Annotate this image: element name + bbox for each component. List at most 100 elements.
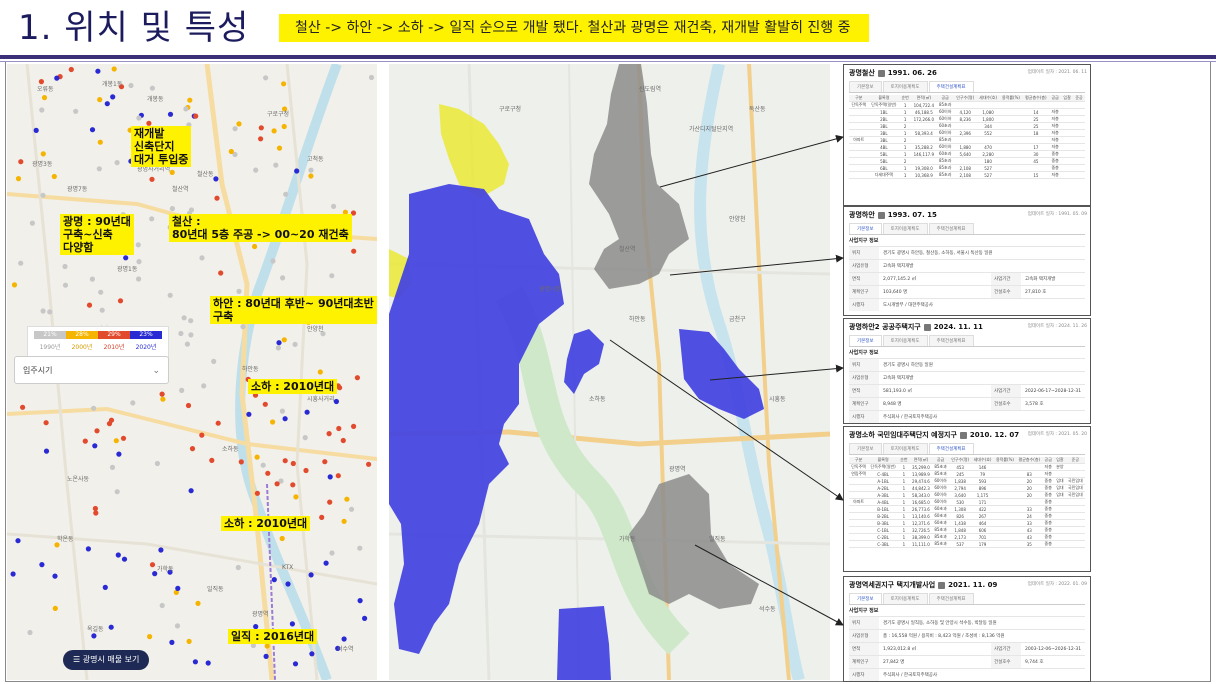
apartment-dot[interactable] <box>39 562 45 568</box>
apartment-dot[interactable] <box>149 562 156 568</box>
apartment-dot[interactable] <box>258 125 264 131</box>
apartment-dot[interactable] <box>354 375 360 381</box>
apartment-dot[interactable] <box>329 273 335 279</box>
apartment-dot[interactable] <box>214 195 220 201</box>
panel-tab[interactable]: 기본정보 <box>849 443 882 454</box>
apartment-dot[interactable] <box>211 358 217 364</box>
apartment-dot[interactable] <box>351 248 357 254</box>
apartment-dot[interactable] <box>181 315 187 321</box>
view-listings-button[interactable]: ☰ 광명시 매물 보기 <box>63 650 150 670</box>
apartment-dot[interactable] <box>43 448 50 454</box>
apartment-dot[interactable] <box>123 255 129 261</box>
apartment-dot[interactable] <box>187 97 193 103</box>
apartment-dot[interactable] <box>99 307 105 313</box>
apartment-dot[interactable] <box>215 420 221 426</box>
right-map[interactable]: 구로구청 신도림역 안양천 광명시청 철산역 하안동 가산디지털단지역 금천구 광명역 소하동 시흥… <box>389 64 830 680</box>
apartment-dot[interactable] <box>158 547 164 553</box>
panel-tab[interactable]: 주택건설계획표 <box>928 81 974 92</box>
apartment-dot[interactable] <box>279 535 285 542</box>
apartment-dot[interactable] <box>195 600 201 607</box>
apartment-dot[interactable] <box>96 166 102 172</box>
apartment-dot[interactable] <box>189 446 196 452</box>
panel-tab[interactable]: 토지이용계획도 <box>882 443 928 454</box>
apartment-dot[interactable] <box>18 260 24 266</box>
panel-tab[interactable]: 토지이용계획도 <box>882 223 928 234</box>
apartment-dot[interactable] <box>329 550 335 556</box>
apartment-dot[interactable] <box>93 510 99 516</box>
panel-tab[interactable]: 기본정보 <box>849 335 882 346</box>
apartment-dot[interactable] <box>265 470 271 476</box>
apartment-dot[interactable] <box>258 136 264 142</box>
apartment-dot[interactable] <box>54 75 60 81</box>
apartment-dot[interactable] <box>29 220 35 226</box>
apartment-dot[interactable] <box>199 432 205 438</box>
apartment-dot[interactable] <box>94 428 100 434</box>
apartment-dot[interactable] <box>308 167 314 173</box>
apartment-dot[interactable] <box>254 454 260 460</box>
apartment-dot[interactable] <box>185 402 192 409</box>
panel-tab[interactable]: 토지이용계획도 <box>882 335 928 346</box>
apartment-dot[interactable] <box>54 542 60 548</box>
apartment-dot[interactable] <box>327 474 333 480</box>
apartment-dot[interactable] <box>322 459 328 465</box>
apartment-dot[interactable] <box>290 482 296 488</box>
apartment-dot[interactable] <box>136 115 142 121</box>
apartment-dot[interactable] <box>15 538 21 544</box>
apartment-dot[interactable] <box>205 660 211 666</box>
apartment-dot[interactable] <box>252 243 258 250</box>
apartment-dot[interactable] <box>159 602 165 609</box>
apartment-dot[interactable] <box>62 263 68 270</box>
apartment-dot[interactable] <box>110 94 116 100</box>
apartment-dot[interactable] <box>283 191 289 197</box>
apartment-dot[interactable] <box>169 639 175 646</box>
apartment-dot[interactable] <box>254 490 260 496</box>
apartment-dot[interactable] <box>357 598 363 604</box>
apartment-dot[interactable] <box>238 459 244 465</box>
apartment-dot[interactable] <box>199 255 205 261</box>
apartment-dot[interactable] <box>128 82 134 89</box>
apartment-dot[interactable] <box>357 545 363 551</box>
apartment-dot[interactable] <box>282 416 288 422</box>
apartment-dot[interactable] <box>235 564 241 571</box>
apartment-dot[interactable] <box>232 126 238 132</box>
apartment-dot[interactable] <box>169 169 175 175</box>
apartment-dot[interactable] <box>20 404 26 410</box>
apartment-dot[interactable] <box>52 605 58 612</box>
document-icon[interactable] <box>877 69 885 77</box>
apartment-dot[interactable] <box>236 288 242 294</box>
panel-tab[interactable]: 토지이용계획도 <box>882 81 928 92</box>
apartment-dot[interactable] <box>326 431 332 437</box>
apartment-dot[interactable] <box>89 127 96 133</box>
apartment-dot[interactable] <box>149 216 155 222</box>
panel-tab[interactable]: 기본정보 <box>849 81 882 92</box>
apartment-dot[interactable] <box>183 106 189 112</box>
apartment-dot[interactable] <box>201 383 207 389</box>
apartment-dot[interactable] <box>18 159 24 165</box>
apartment-dot[interactable] <box>40 192 46 198</box>
apartment-dot[interactable] <box>236 121 242 127</box>
apartment-dot[interactable] <box>302 435 308 441</box>
panel-tab[interactable]: 기본정보 <box>849 223 882 234</box>
apartment-dot[interactable] <box>304 409 310 415</box>
apartment-dot[interactable] <box>263 653 269 660</box>
apartment-dot[interactable] <box>111 66 117 72</box>
apartment-dot[interactable] <box>281 337 287 343</box>
apartment-dot[interactable] <box>323 560 329 566</box>
apartment-dot[interactable] <box>10 571 16 577</box>
apartment-dot[interactable] <box>27 629 33 636</box>
apartment-dot[interactable] <box>336 425 342 432</box>
apartment-dot[interactable] <box>263 75 269 81</box>
apartment-dot[interactable] <box>147 634 153 640</box>
apartment-dot[interactable] <box>348 506 355 512</box>
apartment-dot[interactable] <box>282 458 288 464</box>
apartment-dot[interactable] <box>92 443 98 449</box>
apartment-dot[interactable] <box>169 206 175 212</box>
panel-tab[interactable]: 주택건설계획표 <box>928 443 974 454</box>
apartment-dot[interactable] <box>335 473 341 479</box>
apartment-dot[interactable] <box>274 481 280 487</box>
apartment-dot[interactable] <box>85 546 91 552</box>
document-icon[interactable] <box>923 323 931 331</box>
apartment-dot[interactable] <box>366 461 372 467</box>
apartment-dot[interactable] <box>116 451 122 457</box>
apartment-dot[interactable] <box>293 494 299 500</box>
